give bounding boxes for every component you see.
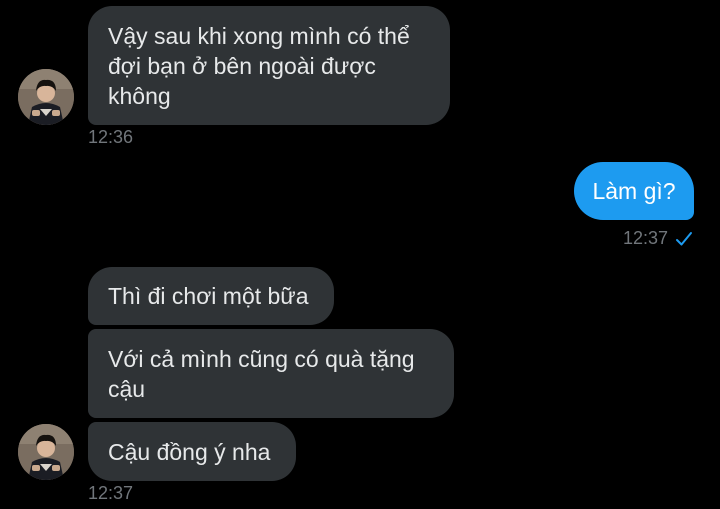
message-timestamp: 12:37: [623, 228, 669, 248]
message-timestamp: 12:37: [88, 483, 134, 503]
incoming-message-bubble[interactable]: Cậu đồng ý nha: [88, 422, 296, 481]
message-text: Làm gì?: [592, 178, 676, 204]
incoming-message-bubble[interactable]: Vậy sau khi xong mình có thể đợi bạn ở b…: [88, 6, 450, 125]
message-text-line: đợi bạn ở bên ngoài được: [108, 52, 376, 79]
user-avatar-photo-icon: [18, 424, 74, 480]
incoming-message-bubble[interactable]: Với cả mình cũng có quà tặng cậu: [88, 329, 454, 418]
check-icon: [676, 232, 692, 246]
incoming-message-bubble[interactable]: Thì đi chơi một bữa: [88, 267, 334, 325]
contact-avatar[interactable]: [18, 424, 74, 480]
message-text-line: không: [108, 82, 171, 109]
contact-avatar[interactable]: [18, 69, 74, 125]
message-text: Thì đi chơi một bữa: [108, 283, 309, 309]
message-timestamp: 12:36: [88, 127, 134, 147]
message-text-line: Với cả mình cũng có quà tặng: [108, 345, 415, 372]
outgoing-message-bubble[interactable]: Làm gì?: [574, 162, 694, 220]
message-text-line: cậu: [108, 375, 146, 402]
message-text-line: Vậy sau khi xong mình có thể: [108, 22, 410, 49]
message-text: Cậu đồng ý nha: [108, 438, 271, 465]
user-avatar-photo-icon: [18, 69, 74, 125]
